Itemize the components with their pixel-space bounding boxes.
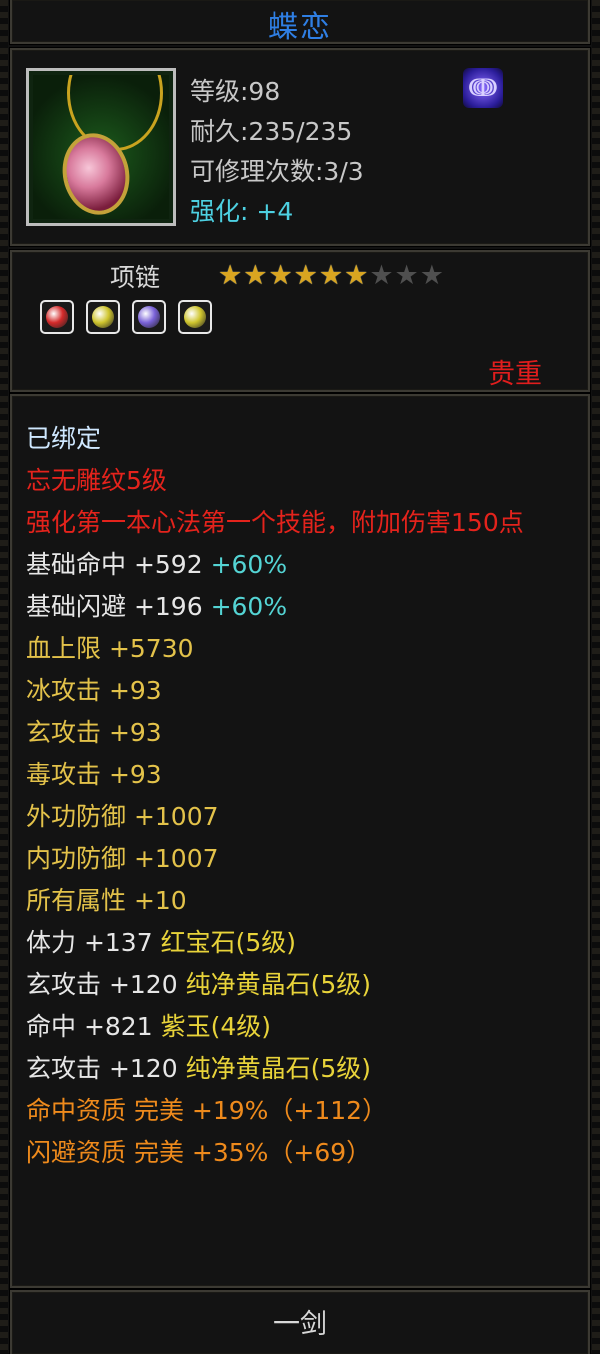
star-empty-icon: ★ (369, 260, 395, 291)
attribute-line: 闪避资质 完美 +35%（+69） (26, 1132, 574, 1174)
gem-slot[interactable] (178, 300, 212, 334)
attribute-line: 玄攻击 +93 (26, 712, 574, 754)
attribute-text: 玄攻击 +93 (26, 718, 162, 747)
attribute-text: 强化第一本心法第一个技能，附加伤害150点 (26, 508, 524, 537)
attribute-line: 血上限 +5730 (26, 628, 574, 670)
gem-name: 纯净黄晶石(5级) (177, 1054, 371, 1083)
gem-name: 紫玉(4级) (152, 1012, 271, 1041)
attribute-line: 玄攻击 +120 纯净黄晶石(5级) (26, 1048, 574, 1090)
level-text: 等级:98 (190, 77, 281, 106)
attribute-text: 外功防御 +1007 (26, 802, 219, 831)
red-gem-icon (46, 306, 68, 328)
rarity-label: 贵重 (488, 359, 542, 390)
attribute-line: 已绑定 (26, 418, 574, 460)
star-filled-icon: ★ (344, 260, 370, 291)
attribute-text: 基础闪避 +196 (26, 592, 203, 621)
attribute-line: 命中资质 完美 +19%（+112） (26, 1090, 574, 1132)
attribute-line: 基础闪避 +196 +60% (26, 586, 574, 628)
necklace-icon (33, 75, 169, 219)
star-filled-icon: ★ (243, 260, 269, 291)
attribute-line: 玄攻击 +120 纯净黄晶石(5级) (26, 964, 574, 1006)
star-filled-icon: ★ (293, 260, 319, 291)
attribute-line: 强化第一本心法第一个技能，附加伤害150点 (26, 502, 574, 544)
attribute-line: 命中 +821 紫玉(4级) (26, 1006, 574, 1048)
attribute-text: 体力 +137 (26, 928, 153, 957)
star-filled-icon: ★ (268, 260, 294, 291)
item-type: 项链 (110, 263, 161, 292)
footer-bar: 一剑 (10, 1290, 590, 1354)
attribute-line: 体力 +137 红宝石(5级) (26, 922, 574, 964)
item-header: 等级:98 耐久:235/235 可修理次数:3/3 强化: +4 ↈ (10, 48, 590, 246)
item-name: 蝶恋 (268, 10, 332, 45)
attribute-line: 外功防御 +1007 (26, 796, 574, 838)
attribute-text: 毒攻击 +93 (26, 760, 162, 789)
attribute-text: 忘无雕纹5级 (26, 466, 167, 495)
item-icon-frame[interactable] (26, 68, 176, 226)
attribute-line: 基础命中 +592 +60% (26, 544, 574, 586)
attribute-text: 已绑定 (26, 424, 102, 453)
gem-slot[interactable] (132, 300, 166, 334)
star-filled-icon: ★ (218, 260, 244, 291)
sect-emblem-icon: ↈ (463, 68, 503, 108)
attribute-text: 玄攻击 +120 (26, 1054, 178, 1083)
star-filled-icon: ★ (318, 260, 345, 291)
left-border (0, 0, 8, 1353)
attribute-text: 玄攻击 +120 (26, 970, 178, 999)
attribute-text: 命中资质 完美 +19%（+112） (26, 1096, 388, 1125)
yellow-gem-icon (184, 306, 206, 328)
yellow-gem-icon (92, 306, 114, 328)
attribute-line: 毒攻击 +93 (26, 754, 574, 796)
attribute-line: 冰攻击 +93 (26, 670, 574, 712)
gem-name: 纯净黄晶石(5级) (177, 970, 371, 999)
gem-slot[interactable] (40, 300, 74, 334)
attribute-text: 命中 +821 (26, 1012, 153, 1041)
attribute-text: 基础命中 +592 (26, 550, 203, 579)
right-border (592, 0, 600, 1353)
attribute-text: 闪避资质 完美 +35%（+69） (26, 1138, 372, 1167)
attribute-line: 忘无雕纹5级 (26, 460, 574, 502)
attribute-text: 冰攻击 +93 (26, 676, 162, 705)
star-empty-icon: ★ (419, 260, 445, 291)
item-tooltip: 蝶恋 等级:98 耐久:235/235 可修理次数:3/3 强化: +4 ↈ 项… (0, 0, 600, 1354)
bonus-percent: +60% (202, 550, 288, 579)
enhance-text: 强化: +4 (190, 197, 294, 226)
gem-slot[interactable] (86, 300, 120, 334)
title-bar: 蝶恋 (10, 0, 590, 45)
gem-name: 红宝石(5级) (152, 928, 296, 957)
repair-count-text: 可修理次数:3/3 (190, 157, 364, 186)
attribute-line: 内功防御 +1007 (26, 838, 574, 880)
attribute-text: 血上限 +5730 (26, 634, 194, 663)
purple-gem-icon (138, 306, 160, 328)
star-empty-icon: ★ (394, 260, 420, 291)
attribute-line: 所有属性 +10 (26, 880, 574, 922)
star-rating: ★★★★★★★★★ (218, 260, 445, 291)
owner-name: 一剑 (273, 1309, 327, 1340)
item-summary: 项链 ★★★★★★★★★ 贵重 (10, 250, 590, 392)
durability-text: 耐久:235/235 (190, 117, 353, 146)
attribute-list: 已绑定忘无雕纹5级强化第一本心法第一个技能，附加伤害150点基础命中 +592 … (26, 418, 574, 1174)
attribute-text: 内功防御 +1007 (26, 844, 219, 873)
attribute-panel: 已绑定忘无雕纹5级强化第一本心法第一个技能，附加伤害150点基础命中 +592 … (10, 394, 590, 1288)
attribute-text: 所有属性 +10 (26, 886, 187, 915)
bonus-percent: +60% (202, 592, 288, 621)
